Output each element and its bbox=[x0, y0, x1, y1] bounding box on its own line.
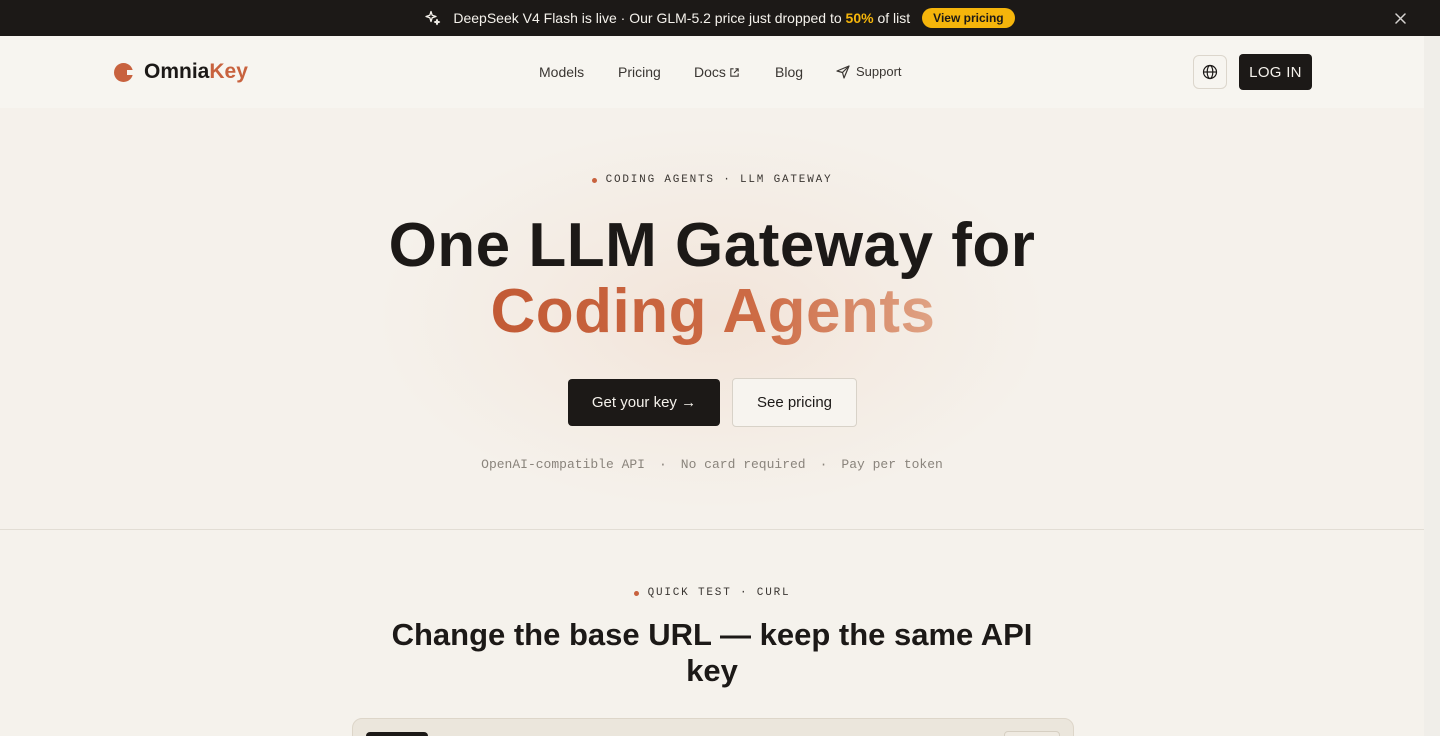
nav-models[interactable]: Models bbox=[539, 64, 584, 80]
nav-docs-label: Docs bbox=[694, 64, 726, 80]
code-card bbox=[352, 718, 1074, 736]
quick-test-eyebrow-text: QUICK TEST · CURL bbox=[647, 587, 791, 599]
announcement-suffix: of list bbox=[873, 10, 911, 26]
quick-test-title-text: Change the base URL — keep the same API … bbox=[391, 617, 1033, 688]
announcement-highlight: 50% bbox=[845, 10, 874, 26]
quick-test-title: Change the base URL — keep the same API … bbox=[0, 617, 1424, 689]
nav-pricing[interactable]: Pricing bbox=[618, 64, 661, 80]
get-key-button[interactable]: Get your key → bbox=[568, 379, 720, 426]
hero-eyebrow: CODING AGENTS · LLM GATEWAY bbox=[0, 174, 1424, 186]
send-icon bbox=[836, 64, 850, 79]
eyebrow-dot bbox=[633, 590, 639, 596]
scrollbar[interactable] bbox=[1424, 36, 1440, 736]
nav-docs[interactable]: Docs bbox=[694, 64, 740, 80]
login-button[interactable]: LOG IN bbox=[1239, 54, 1312, 90]
code-tab-active[interactable] bbox=[366, 732, 428, 736]
see-pricing-button[interactable]: See pricing bbox=[732, 378, 857, 427]
sparkle-icon bbox=[425, 10, 441, 26]
feature-item: No card required bbox=[680, 457, 806, 472]
language-button[interactable] bbox=[1193, 55, 1227, 89]
announcement-text: DeepSeek V4 Flash is live · Our GLM-5.2 … bbox=[453, 10, 910, 26]
external-link-icon bbox=[730, 67, 739, 77]
hero-features: OpenAI-compatible API · No card required… bbox=[0, 457, 1424, 472]
hero-title-line2: Coding Agents bbox=[488, 276, 938, 347]
feature-item: OpenAI-compatible API bbox=[481, 457, 645, 472]
close-icon[interactable] bbox=[1392, 10, 1408, 26]
eyebrow-dot bbox=[591, 177, 597, 183]
view-pricing-button[interactable]: View pricing bbox=[922, 8, 1015, 28]
feature-separator: · bbox=[819, 457, 828, 472]
site-header: Omnia Key Models Pricing Docs Blog Suppor… bbox=[0, 36, 1424, 108]
announcement-bar: DeepSeek V4 Flash is live · Our GLM-5.2 … bbox=[0, 0, 1440, 36]
globe-icon bbox=[1202, 64, 1218, 80]
copy-button[interactable] bbox=[1004, 731, 1060, 736]
nav-support-label: Support bbox=[856, 64, 902, 79]
hero-section: CODING AGENTS · LLM GATEWAY One LLM Gate… bbox=[0, 108, 1424, 530]
quick-test-eyebrow: QUICK TEST · CURL bbox=[0, 587, 1424, 599]
nav-blog[interactable]: Blog bbox=[775, 64, 803, 80]
feature-item: Pay per token bbox=[841, 457, 943, 472]
nav-support[interactable]: Support bbox=[836, 64, 902, 79]
hero-title-line1: One LLM Gateway for bbox=[388, 211, 1036, 280]
announcement-prefix: DeepSeek V4 Flash is live · Our GLM-5.2 … bbox=[453, 10, 846, 26]
hero-eyebrow-text: CODING AGENTS · LLM GATEWAY bbox=[605, 174, 833, 186]
feature-separator: · bbox=[658, 457, 667, 472]
